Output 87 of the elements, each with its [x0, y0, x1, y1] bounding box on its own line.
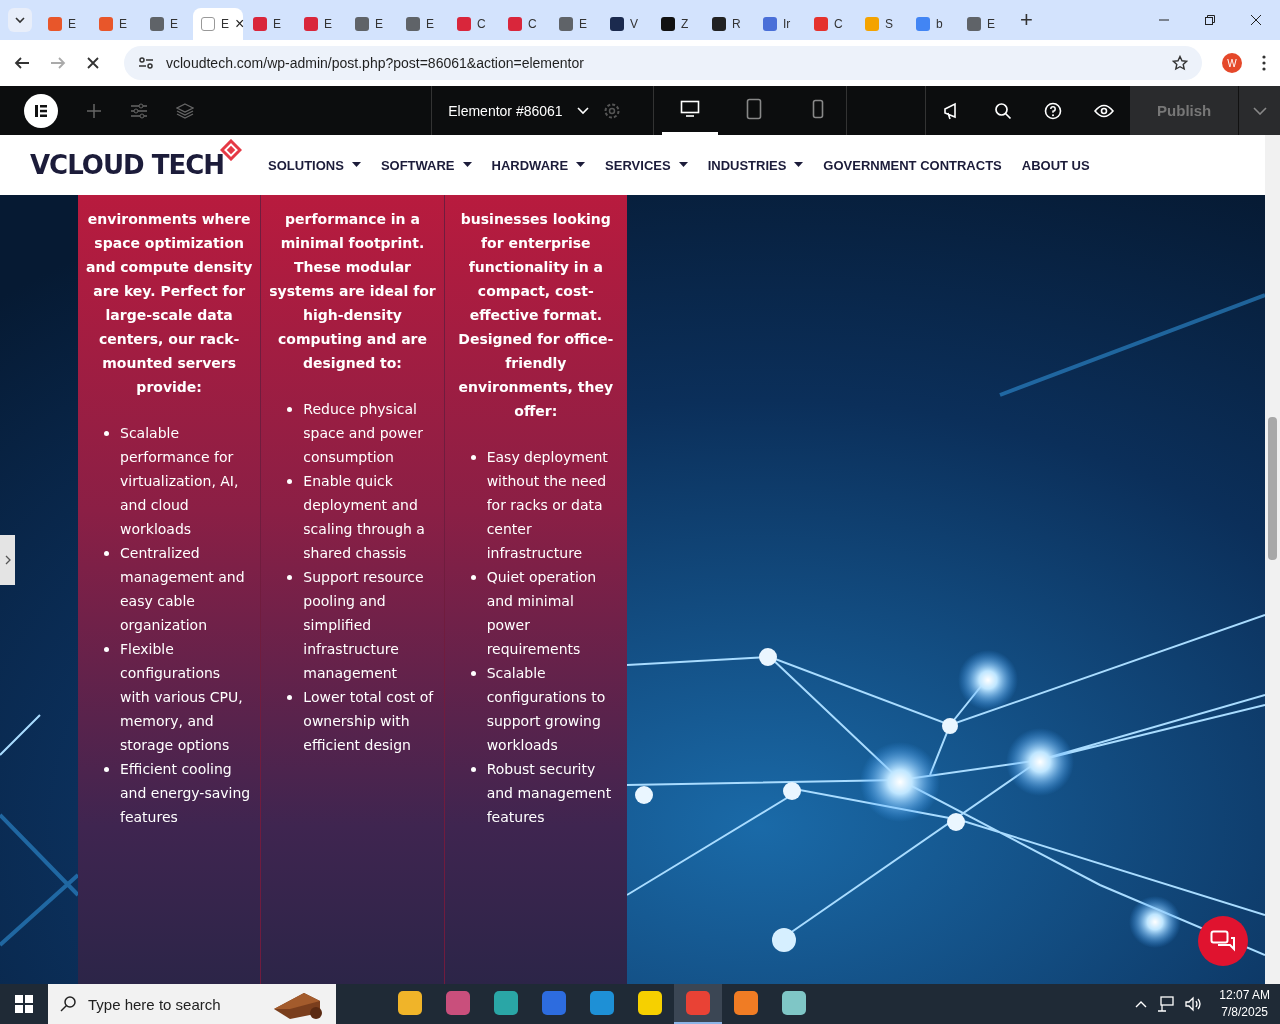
tablet-icon: [745, 98, 762, 120]
bullet-item: Flexible configurations with various CPU, memory, and storage options: [104, 637, 251, 757]
nav-menu-item[interactable]: INDUSTRIES: [707, 157, 787, 173]
chevron-down-icon: [1252, 106, 1267, 115]
taskbar-app-icon[interactable]: [674, 984, 722, 1024]
bullet-item: Centralized management and easy cable organization: [104, 541, 251, 637]
caret-down-icon[interactable]: [576, 162, 586, 168]
chevron-right-icon: [4, 555, 11, 565]
more-menu-icon[interactable]: [1262, 55, 1266, 71]
browser-tab[interactable]: b: [908, 8, 957, 40]
taskbar-search-bar[interactable]: Type here to search: [48, 984, 336, 1024]
bullet-item: Easy deployment without the need for racks or data center infrastructure: [470, 445, 617, 565]
nav-menu-item[interactable]: SOFTWARE: [380, 157, 455, 173]
bullet-item: Support resource pooling and simplified infrastructure management: [287, 565, 434, 685]
nav-menu-item[interactable]: GOVERNMENT CONTRACTS: [823, 157, 1002, 173]
browser-tab[interactable]: Z: [653, 8, 702, 40]
browser-tab[interactable]: E: [245, 8, 294, 40]
close-icon[interactable]: [1250, 14, 1262, 26]
column-intro-text: businesses looking for enterprise functionality in a compact, cost-effective format. Designed for office-friendly environments, they offer:: [457, 210, 615, 421]
browser-tab[interactable]: E: [40, 8, 89, 40]
caret-down-icon[interactable]: [351, 162, 361, 168]
settings-icon[interactable]: [602, 101, 621, 120]
bullet-item: Scalable performance for virtualization, AI, and cloud workloads: [104, 421, 251, 541]
scrollbar[interactable]: [1265, 135, 1280, 984]
clock-time[interactable]: 12:07 AM: [1219, 987, 1270, 1004]
browser-tab[interactable]: C: [449, 8, 498, 40]
bullet-item: Enable quick deployment and scaling through a shared chassis: [287, 469, 434, 565]
stop-icon[interactable]: [86, 56, 100, 70]
browser-tab[interactable]: E ×: [193, 8, 243, 40]
browser-tab[interactable]: E: [347, 8, 396, 40]
chevron-up-icon[interactable]: [1135, 1000, 1148, 1008]
bullet-item: Robust security and management features: [470, 757, 617, 829]
volume-icon[interactable]: [1185, 996, 1204, 1012]
back-icon[interactable]: [14, 55, 30, 71]
browser-tab[interactable]: Ir: [755, 8, 804, 40]
desktop-icon: [679, 100, 700, 118]
browser-tab[interactable]: E: [296, 8, 345, 40]
preview-eye-icon[interactable]: [1094, 103, 1115, 118]
tab-search-button[interactable]: [8, 8, 32, 32]
bullet-item: Lower total cost of ownership with efficient design: [287, 685, 434, 757]
caret-down-icon[interactable]: [794, 162, 804, 168]
network-icon[interactable]: [1157, 996, 1176, 1012]
browser-tab[interactable]: R: [704, 8, 753, 40]
browser-tab[interactable]: E: [959, 8, 1008, 40]
nav-menu-item[interactable]: SERVICES: [605, 157, 671, 173]
nav-menu-item[interactable]: HARDWARE: [491, 157, 569, 173]
settings-sliders-icon[interactable]: [130, 102, 148, 119]
caret-down-icon[interactable]: [462, 162, 472, 168]
windows-start-icon[interactable]: [15, 995, 33, 1013]
help-icon[interactable]: [1044, 101, 1062, 120]
clock-date[interactable]: 7/8/2025: [1221, 1004, 1268, 1021]
bookmark-star-icon[interactable]: [1172, 55, 1188, 71]
elementor-logo[interactable]: [24, 93, 58, 128]
browser-tab[interactable]: V: [602, 8, 651, 40]
chevron-down-icon: [14, 14, 26, 26]
document-title-dropdown[interactable]: Elementor #86061: [448, 102, 563, 119]
site-logo[interactable]: VCLOUD TECH: [30, 149, 225, 181]
browser-tab[interactable]: E: [398, 8, 447, 40]
bullet-item: Efficient cooling and energy-saving features: [104, 757, 251, 829]
bullet-item: Scalable configurations to support growing workloads: [470, 661, 617, 757]
browser-tab[interactable]: E: [142, 8, 191, 40]
nav-menu-item[interactable]: ABOUT US: [1021, 157, 1090, 173]
browser-tab[interactable]: S: [857, 8, 906, 40]
caret-down-icon[interactable]: [678, 162, 688, 168]
search-icon[interactable]: [993, 101, 1012, 120]
browser-tab[interactable]: C: [500, 8, 549, 40]
address-field[interactable]: vcloudtech.com/wp-admin/post.php?post=86061&action=elementor: [124, 46, 1202, 80]
browser-tab[interactable]: E: [551, 8, 600, 40]
profile-avatar[interactable]: W: [1222, 53, 1242, 73]
new-tab-button[interactable]: +: [1020, 7, 1033, 33]
close-tab-button[interactable]: ×: [235, 15, 245, 33]
layers-icon[interactable]: [176, 102, 194, 119]
chevron-down-icon[interactable]: [576, 106, 589, 115]
nav-menu-item[interactable]: SOLUTIONS: [268, 157, 344, 173]
search-icon: [60, 996, 76, 1012]
panel-toggle[interactable]: [0, 535, 15, 585]
chat-icon: [1210, 930, 1236, 952]
column-intro-text: environments where space optimization and compute density are key. Perfect for large-scale data centers, our rack-mounted servers provide:: [85, 210, 254, 397]
bullet-item: Quiet operation and minimal power requirements: [470, 565, 617, 661]
search-input-field[interactable]: Type here to search: [86, 994, 260, 1014]
browser-tab[interactable]: C: [806, 8, 855, 40]
browser-tab[interactable]: E: [91, 8, 140, 40]
mobile-icon: [811, 99, 824, 119]
bullet-item: Reduce physical space and power consumption: [287, 397, 434, 469]
column-intro-text: performance in a minimal footprint. These modular systems are ideal for high-density computing and are designed to:: [268, 210, 437, 373]
site-settings-icon[interactable]: [138, 56, 154, 70]
restore-icon[interactable]: [1204, 14, 1216, 26]
